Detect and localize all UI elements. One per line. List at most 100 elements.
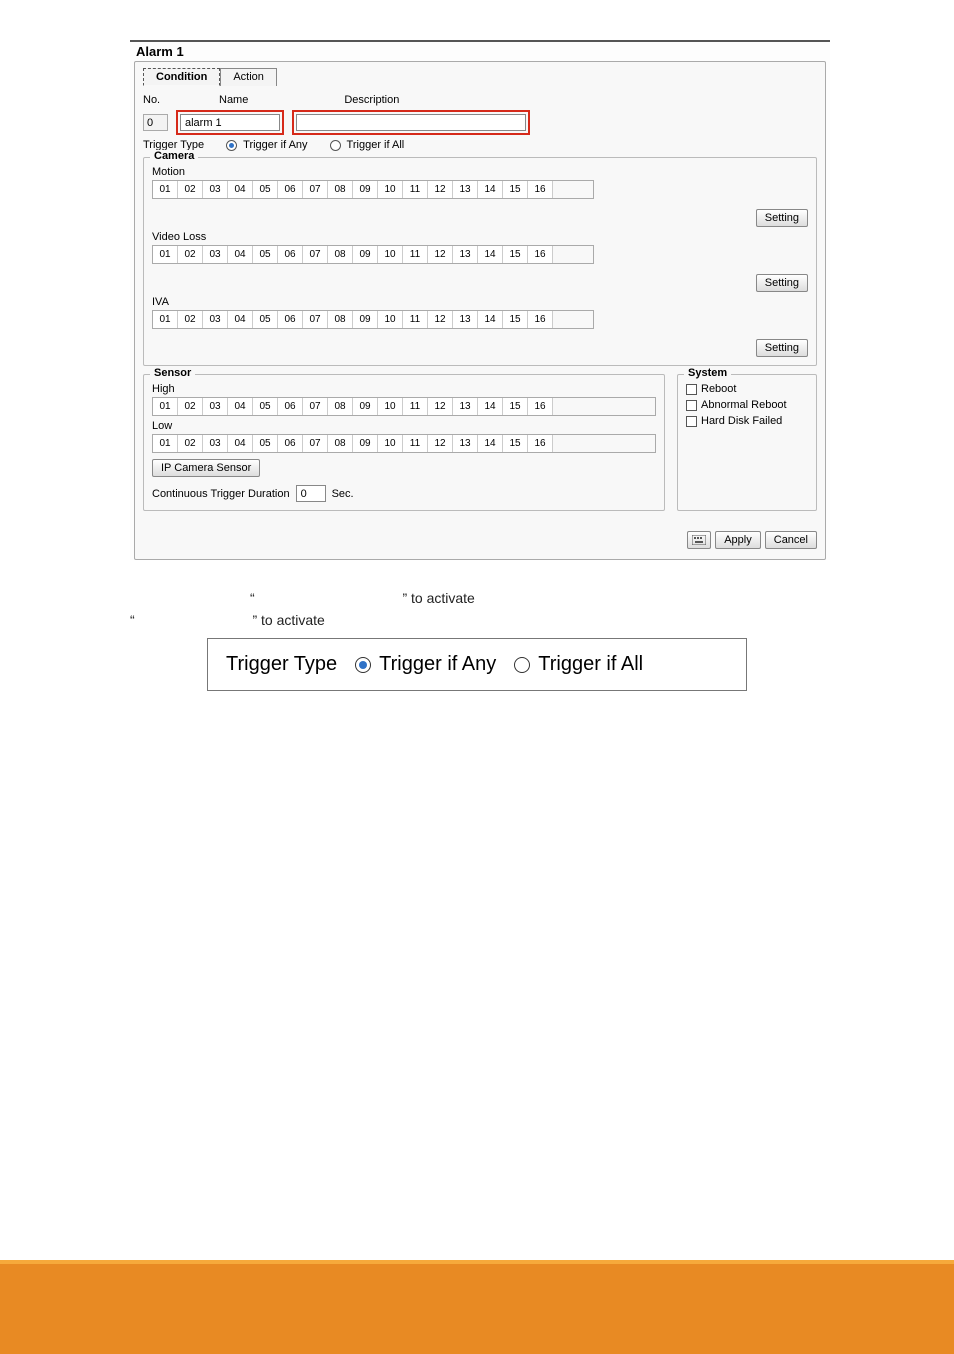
- tab-condition[interactable]: Condition: [143, 68, 220, 86]
- channel-12[interactable]: 12: [428, 398, 453, 415]
- channel-13[interactable]: 13: [453, 246, 478, 263]
- channel-02[interactable]: 02: [178, 435, 203, 452]
- abnormal-reboot-checkbox[interactable]: [686, 400, 697, 411]
- channel-08[interactable]: 08: [328, 398, 353, 415]
- channel-16[interactable]: 16: [528, 435, 553, 452]
- radio-trigger-any[interactable]: [226, 140, 237, 151]
- channel-15[interactable]: 15: [503, 246, 528, 263]
- videoloss-setting-button[interactable]: Setting: [756, 274, 808, 292]
- channel-02[interactable]: 02: [178, 246, 203, 263]
- channel-11[interactable]: 11: [403, 398, 428, 415]
- channel-08[interactable]: 08: [328, 435, 353, 452]
- name-input[interactable]: [180, 114, 280, 131]
- iva-setting-button[interactable]: Setting: [756, 339, 808, 357]
- channel-12[interactable]: 12: [428, 311, 453, 328]
- channel-01[interactable]: 01: [153, 181, 178, 198]
- channel-03[interactable]: 03: [203, 398, 228, 415]
- channel-04[interactable]: 04: [228, 246, 253, 263]
- channel-01[interactable]: 01: [153, 398, 178, 415]
- duration-input[interactable]: [296, 485, 326, 502]
- channel-08[interactable]: 08: [328, 246, 353, 263]
- channel-04[interactable]: 04: [228, 311, 253, 328]
- channel-06[interactable]: 06: [278, 181, 303, 198]
- channel-13[interactable]: 13: [453, 398, 478, 415]
- channel-13[interactable]: 13: [453, 435, 478, 452]
- description-input[interactable]: [296, 114, 526, 131]
- channel-01[interactable]: 01: [153, 435, 178, 452]
- channel-05[interactable]: 05: [253, 398, 278, 415]
- channel-11[interactable]: 11: [403, 435, 428, 452]
- channel-14[interactable]: 14: [478, 398, 503, 415]
- camera-legend: Camera: [150, 150, 198, 162]
- channel-12[interactable]: 12: [428, 435, 453, 452]
- channel-06[interactable]: 06: [278, 435, 303, 452]
- channel-14[interactable]: 14: [478, 246, 503, 263]
- radio-trigger-all[interactable]: [330, 140, 341, 151]
- channel-16[interactable]: 16: [528, 246, 553, 263]
- channel-09[interactable]: 09: [353, 435, 378, 452]
- channel-05[interactable]: 05: [253, 311, 278, 328]
- channel-11[interactable]: 11: [403, 246, 428, 263]
- fig-radio-any[interactable]: [355, 657, 371, 673]
- channel-05[interactable]: 05: [253, 435, 278, 452]
- channel-05[interactable]: 05: [253, 246, 278, 263]
- channel-07[interactable]: 07: [303, 435, 328, 452]
- channel-07[interactable]: 07: [303, 311, 328, 328]
- cancel-button[interactable]: Cancel: [765, 531, 817, 549]
- channel-07[interactable]: 07: [303, 398, 328, 415]
- channel-10[interactable]: 10: [378, 435, 403, 452]
- channel-06[interactable]: 06: [278, 246, 303, 263]
- channel-08[interactable]: 08: [328, 181, 353, 198]
- channel-04[interactable]: 04: [228, 398, 253, 415]
- hard-disk-failed-checkbox[interactable]: [686, 416, 697, 427]
- channel-01[interactable]: 01: [153, 246, 178, 263]
- channel-16[interactable]: 16: [528, 181, 553, 198]
- channel-01[interactable]: 01: [153, 311, 178, 328]
- channel-07[interactable]: 07: [303, 181, 328, 198]
- channel-05[interactable]: 05: [253, 181, 278, 198]
- channel-10[interactable]: 10: [378, 311, 403, 328]
- channel-12[interactable]: 12: [428, 246, 453, 263]
- keyboard-icon[interactable]: [687, 531, 711, 549]
- channel-10[interactable]: 10: [378, 181, 403, 198]
- channel-16[interactable]: 16: [528, 311, 553, 328]
- channel-14[interactable]: 14: [478, 181, 503, 198]
- channel-09[interactable]: 09: [353, 181, 378, 198]
- channel-15[interactable]: 15: [503, 181, 528, 198]
- channel-14[interactable]: 14: [478, 435, 503, 452]
- channel-15[interactable]: 15: [503, 311, 528, 328]
- channel-04[interactable]: 04: [228, 181, 253, 198]
- channel-08[interactable]: 08: [328, 311, 353, 328]
- channel-14[interactable]: 14: [478, 311, 503, 328]
- channel-09[interactable]: 09: [353, 311, 378, 328]
- channel-09[interactable]: 09: [353, 246, 378, 263]
- channel-04[interactable]: 04: [228, 435, 253, 452]
- tab-action[interactable]: Action: [220, 68, 277, 86]
- channel-11[interactable]: 11: [403, 181, 428, 198]
- channel-11[interactable]: 11: [403, 311, 428, 328]
- reboot-checkbox[interactable]: [686, 384, 697, 395]
- fig-radio-all[interactable]: [514, 657, 530, 673]
- channel-03[interactable]: 03: [203, 246, 228, 263]
- channel-13[interactable]: 13: [453, 181, 478, 198]
- apply-button[interactable]: Apply: [715, 531, 761, 549]
- channel-06[interactable]: 06: [278, 311, 303, 328]
- channel-06[interactable]: 06: [278, 398, 303, 415]
- channel-16[interactable]: 16: [528, 398, 553, 415]
- channel-10[interactable]: 10: [378, 398, 403, 415]
- channel-12[interactable]: 12: [428, 181, 453, 198]
- channel-02[interactable]: 02: [178, 311, 203, 328]
- channel-02[interactable]: 02: [178, 181, 203, 198]
- channel-03[interactable]: 03: [203, 311, 228, 328]
- channel-02[interactable]: 02: [178, 398, 203, 415]
- channel-07[interactable]: 07: [303, 246, 328, 263]
- motion-setting-button[interactable]: Setting: [756, 209, 808, 227]
- channel-09[interactable]: 09: [353, 398, 378, 415]
- channel-03[interactable]: 03: [203, 181, 228, 198]
- channel-15[interactable]: 15: [503, 435, 528, 452]
- channel-03[interactable]: 03: [203, 435, 228, 452]
- ip-camera-sensor-button[interactable]: IP Camera Sensor: [152, 459, 260, 477]
- channel-15[interactable]: 15: [503, 398, 528, 415]
- channel-10[interactable]: 10: [378, 246, 403, 263]
- channel-13[interactable]: 13: [453, 311, 478, 328]
